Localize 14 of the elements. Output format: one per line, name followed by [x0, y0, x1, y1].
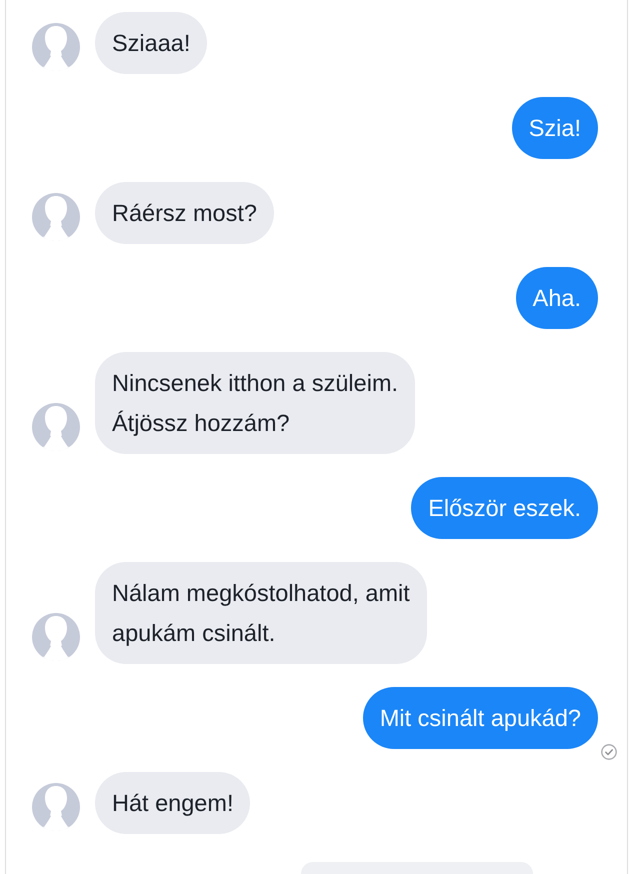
- message-bubble: Nincsenek itthon a szüleim. Átjössz hozzám?: [95, 352, 416, 454]
- message-bubble: Ráérsz most?: [95, 182, 274, 244]
- avatar-silhouette-icon: [32, 403, 80, 451]
- message-bubble: Aha.: [516, 267, 598, 329]
- avatar-silhouette-icon: [32, 613, 80, 661]
- message-bubble: Szia!: [512, 97, 598, 159]
- avatar-silhouette-icon: [32, 193, 80, 241]
- avatar-silhouette-icon: [32, 783, 80, 831]
- message-bubble: Hát engem!: [95, 772, 250, 834]
- message-bubble: Először eszek.: [411, 477, 598, 539]
- message-bubble: Nálam megkóstolhatod, amit apukám csinált.: [95, 562, 427, 664]
- message-bubble: Sziaaa!: [95, 12, 208, 74]
- avatar-silhouette-icon: [32, 23, 80, 71]
- message-bubble: Mit csinált apukád?: [362, 687, 598, 749]
